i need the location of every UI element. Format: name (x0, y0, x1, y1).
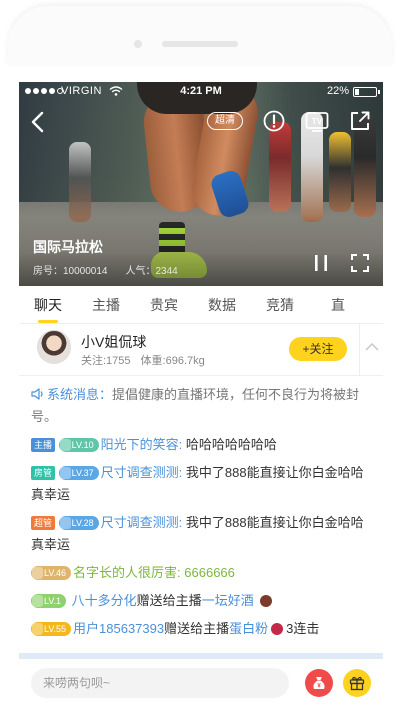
battery-level (355, 89, 359, 95)
gift-protein-icon (271, 623, 284, 635)
popularity-count: 人气：2344 (125, 266, 178, 277)
back-button[interactable] (29, 110, 47, 134)
tab-chat[interactable]: 聊天 (19, 286, 77, 323)
quality-toggle-button[interactable]: 超清 (207, 112, 243, 130)
gift-action: 赠送给主播 (164, 621, 230, 636)
gift-name: 蛋白粉 (229, 621, 269, 636)
level-badge: LV.1 (31, 594, 67, 608)
money-bag-icon: ¥ (313, 677, 325, 690)
follower-count: 关注:1755 (81, 355, 131, 367)
chat-message: 房管 LV.37 尺寸调查测测: 我中了888能直接让你白金哈哈真幸运 (31, 462, 371, 506)
chat-username[interactable]: 尺寸调查测测: (101, 465, 183, 480)
tab-bar: 聊天 主播 贵宾 数据 竞猜 直 (19, 286, 383, 324)
streamer-stats: 关注:1755 体重:696.7kg (81, 352, 205, 368)
role-badge: 房管 (31, 466, 56, 480)
streamer-weight: 体重:696.7kg (140, 355, 205, 367)
svg-text:TV: TV (312, 117, 323, 126)
level-badge: LV.55 (31, 622, 72, 636)
video-runner (354, 117, 376, 217)
streamer-card: 小V姐侃球 关注:1755 体重:696.7kg +关注 (19, 324, 383, 376)
tab-live[interactable]: 直 (309, 286, 367, 323)
tab-guess[interactable]: 竞猜 (251, 286, 309, 323)
chat-message: 主播 LV.10 阳光下的笑容: 哈哈哈哈哈哈哈 (31, 434, 371, 456)
tab-host[interactable]: 主播 (77, 286, 135, 323)
video-runner (69, 142, 91, 222)
input-bar: ¥ (19, 659, 383, 707)
chat-username[interactable]: 尺寸调查测测: (101, 515, 183, 530)
gift-message: LV.1 八十多分化赠送给主播一坛好酒 (31, 590, 371, 612)
fullscreen-button[interactable] (351, 254, 369, 272)
battery-percent: 22% (326, 85, 349, 97)
system-message-label: 系统消息： (47, 387, 113, 402)
chat-username[interactable]: 阳光下的笑容: (101, 437, 183, 452)
chat-text: 6666666 (184, 565, 235, 580)
chat-username[interactable]: 八十多分化 (72, 593, 137, 608)
tv-cast-icon[interactable]: TV (305, 110, 329, 132)
tab-data[interactable]: 数据 (193, 286, 251, 323)
video-runner (329, 132, 351, 212)
level-badge: LV.46 (31, 566, 72, 580)
chevron-up-icon[interactable] (365, 342, 379, 352)
gift-button[interactable] (343, 669, 371, 697)
chat-message: 超管 LV.28 尺寸调查测测: 我中了888能直接让你白金哈哈真幸运 (31, 512, 371, 556)
battery-icon (353, 87, 380, 97)
phone-top-bezel (8, 6, 392, 66)
role-badge: 超管 (31, 516, 56, 530)
level-badge: LV.37 (58, 466, 99, 480)
speaker-icon (31, 388, 43, 400)
front-camera (134, 40, 142, 48)
lucky-bag-button[interactable]: ¥ (305, 669, 333, 697)
chat-list[interactable]: 系统消息：提倡健康的直播环境，任何不良行为将被封号。 主播 LV.10 阳光下的笑… (19, 384, 383, 654)
video-title: 国际马拉松 (33, 239, 103, 255)
chat-message: LV.46 名字长的人很厉害: 6666666 (31, 562, 371, 584)
streamer-name: 小V姐侃球 (81, 334, 147, 350)
app-screen: VIRGIN 4:21 PM 22% 超清 TV 国际马拉松 房号：100000… (19, 82, 383, 707)
phone-frame: VIRGIN 4:21 PM 22% 超清 TV 国际马拉松 房号：100000… (0, 0, 400, 707)
tab-vip[interactable]: 贵宾 (135, 286, 193, 323)
status-bar: VIRGIN 4:21 PM 22% (19, 82, 383, 102)
video-player[interactable]: VIRGIN 4:21 PM 22% 超清 TV 国际马拉松 房号：100000… (19, 82, 383, 286)
gift-box-icon (349, 676, 365, 691)
video-meta: 房号：10000014 人气：2344 (33, 262, 178, 277)
gift-wine-icon (260, 595, 273, 607)
level-badge: LV.28 (58, 516, 99, 530)
level-badge: LV.10 (58, 438, 99, 452)
chat-username[interactable]: 名字长的人很厉害: (73, 565, 181, 580)
share-icon[interactable] (349, 110, 371, 132)
gift-message: LV.55 用户185637393赠送给主播蛋白粉 3连击 (31, 618, 371, 640)
report-icon[interactable] (263, 110, 285, 132)
role-badge: 主播 (31, 438, 56, 452)
gift-combo: 3连击 (286, 621, 320, 636)
avatar[interactable] (37, 330, 71, 364)
gift-name: 一坛好酒 (201, 593, 254, 608)
follow-button[interactable]: +关注 (289, 337, 347, 361)
system-message: 系统消息：提倡健康的直播环境，任何不良行为将被封号。 (31, 384, 371, 428)
pause-button[interactable] (313, 254, 329, 272)
chat-input[interactable] (31, 668, 289, 698)
room-number: 房号：10000014 (33, 266, 108, 277)
chat-text: 哈哈哈哈哈哈哈 (185, 437, 277, 452)
chat-username[interactable]: 用户185637393 (73, 621, 164, 636)
video-runner (269, 122, 291, 212)
earpiece-speaker (162, 41, 238, 47)
gift-action: 赠送给主播 (136, 593, 202, 608)
divider (359, 324, 360, 376)
